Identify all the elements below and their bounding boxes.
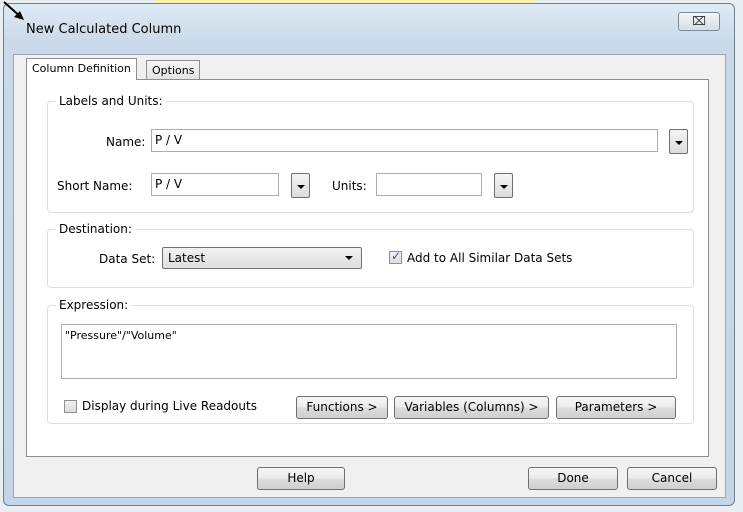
expression-legend: Expression: [56, 298, 132, 312]
close-button[interactable]: ⌧ [678, 12, 720, 31]
data-set-value: Latest [168, 251, 206, 265]
tab-column-definition[interactable]: Column Definition [26, 58, 137, 80]
expression-text: "Pressure"/"Volume" [65, 329, 177, 342]
name-field[interactable]: P / V [151, 129, 658, 152]
close-icon: ⌧ [692, 14, 706, 28]
short-name-dropdown-button[interactable] [291, 173, 310, 198]
tab-options[interactable]: Options [146, 60, 201, 80]
labels-units-legend: Labels and Units: [56, 94, 166, 108]
done-button[interactable]: Done [528, 467, 618, 490]
name-label: Name: [106, 135, 146, 149]
dialog-title: New Calculated Column [26, 22, 182, 37]
units-label: Units: [332, 179, 367, 193]
units-field[interactable] [376, 173, 482, 196]
short-name-label: Short Name: [57, 179, 133, 193]
short-name-field[interactable]: P / V [151, 173, 279, 196]
cancel-button[interactable]: Cancel [627, 467, 717, 490]
live-readouts-label: Display during Live Readouts [82, 399, 257, 413]
data-set-select[interactable]: Latest [162, 247, 362, 269]
labels-units-group: Labels and Units: [47, 94, 694, 213]
name-dropdown-button[interactable] [669, 129, 688, 154]
units-dropdown-button[interactable] [494, 173, 513, 198]
chevron-down-icon [675, 141, 683, 145]
chevron-down-icon [500, 185, 508, 189]
help-button[interactable]: Help [257, 467, 345, 490]
chevron-down-icon [345, 256, 353, 260]
data-set-label: Data Set: [99, 252, 156, 266]
variables-button[interactable]: Variables (Columns) > [394, 396, 549, 419]
annotation-arrow-icon [3, 1, 24, 20]
expression-field[interactable]: "Pressure"/"Volume" [61, 324, 677, 379]
checkmark-icon: ✓ [391, 249, 402, 263]
chevron-down-icon [297, 185, 305, 189]
add-all-checkbox[interactable]: ✓ [389, 249, 402, 264]
functions-button[interactable]: Functions > [296, 396, 388, 419]
destination-legend: Destination: [56, 222, 135, 236]
add-all-label: Add to All Similar Data Sets [407, 251, 573, 265]
parameters-button[interactable]: Parameters > [556, 396, 676, 419]
live-readouts-checkbox[interactable] [64, 400, 77, 413]
title-bar[interactable]: New Calculated Column ⌧ [4, 4, 734, 48]
